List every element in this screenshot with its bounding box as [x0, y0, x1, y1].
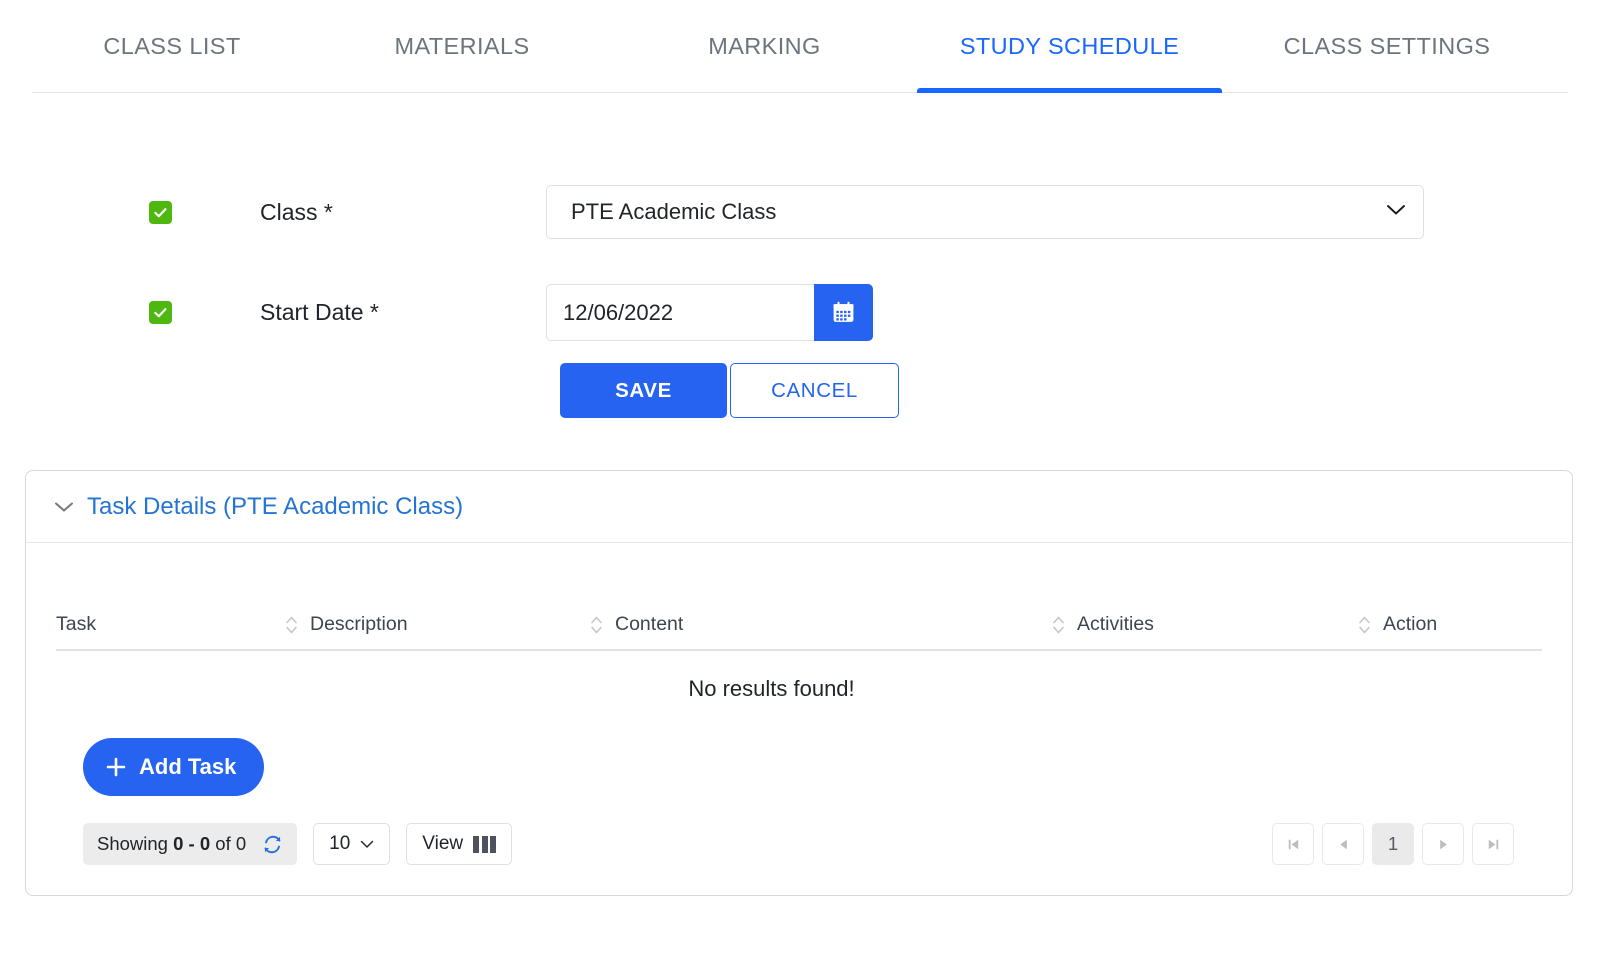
tab-materials[interactable]: MATERIALS: [312, 0, 612, 92]
calendar-icon: [833, 301, 854, 322]
checkmark-icon: [154, 308, 167, 318]
cancel-button[interactable]: CANCEL: [730, 363, 899, 418]
column-header-content[interactable]: Content: [590, 613, 1052, 636]
tab-class-list[interactable]: CLASS LIST: [32, 0, 312, 92]
next-page-icon: [1439, 839, 1447, 849]
sort-icon[interactable]: [1358, 614, 1371, 636]
column-header-activities[interactable]: Activities: [1052, 613, 1358, 636]
column-label: Action: [1383, 613, 1438, 635]
start-date-form-row: Start Date *: [0, 284, 1600, 341]
sort-icon[interactable]: [1052, 614, 1065, 636]
column-label: Task: [56, 613, 97, 635]
start-date-checkbox[interactable]: [149, 301, 172, 324]
empty-state-message: No results found!: [688, 676, 855, 701]
save-button[interactable]: SAVE: [560, 363, 727, 418]
class-select[interactable]: PTE Academic Class: [546, 185, 1424, 239]
showing-suffix: of 0: [215, 833, 247, 854]
class-select-value: PTE Academic Class: [571, 199, 777, 224]
last-page-icon: [1488, 839, 1498, 849]
class-form-row: Class * PTE Academic Class: [0, 185, 1600, 239]
tab-class-settings[interactable]: CLASS SETTINGS: [1222, 0, 1552, 92]
schedule-form: Class * PTE Academic Class Start Date *: [0, 185, 1600, 433]
start-date-field-group: [546, 284, 873, 341]
add-task-button[interactable]: Add Task: [83, 738, 265, 796]
tab-label: MATERIALS: [394, 32, 530, 59]
view-columns-button[interactable]: View: [406, 823, 513, 865]
task-details-header[interactable]: Task Details (PTE Academic Class): [26, 471, 1572, 543]
column-label: Description: [310, 613, 408, 635]
plus-icon: [106, 757, 126, 777]
add-task-label: Add Task: [139, 754, 237, 779]
page-size-selector[interactable]: 10: [313, 823, 391, 865]
task-details-body: Task Description Content Activities Acti…: [26, 543, 1572, 895]
chevron-down-icon: [360, 833, 374, 855]
view-label: View: [422, 833, 464, 854]
pagination-next-button[interactable]: [1422, 823, 1464, 865]
pagination: 1: [1272, 823, 1542, 865]
pagination-page-1[interactable]: 1: [1372, 823, 1414, 865]
start-date-input[interactable]: [546, 284, 814, 341]
prev-page-icon: [1339, 839, 1347, 849]
tab-label: STUDY SCHEDULE: [959, 32, 1180, 59]
task-details-card: Task Details (PTE Academic Class) Task D…: [25, 470, 1573, 896]
tab-study-schedule[interactable]: STUDY SCHEDULE: [917, 0, 1222, 93]
column-label: Activities: [1077, 613, 1154, 635]
sort-icon[interactable]: [590, 614, 603, 636]
task-details-title: Task Details (PTE Academic Class): [87, 492, 464, 520]
column-label: Content: [615, 613, 684, 635]
checkmark-icon: [154, 207, 167, 217]
calendar-picker-button[interactable]: [814, 284, 873, 341]
class-label: Class *: [260, 198, 333, 225]
tab-label: CLASS SETTINGS: [1283, 32, 1491, 59]
class-select-wrapper: PTE Academic Class: [546, 185, 1424, 239]
pagination-first-button[interactable]: [1272, 823, 1314, 865]
table-footer: Showing 0 - 0 of 0 10 View 1: [56, 796, 1542, 895]
form-actions-row: SAVE CANCEL: [0, 363, 1600, 418]
table-footer-left: Showing 0 - 0 of 0 10 View: [83, 823, 513, 865]
showing-status: Showing 0 - 0 of 0: [83, 823, 298, 865]
refresh-icon[interactable]: [262, 834, 283, 855]
chevron-down-icon: [54, 501, 74, 513]
start-date-label: Start Date *: [260, 299, 379, 325]
task-table-header: Task Description Content Activities Acti…: [56, 543, 1542, 651]
page-size-value: 10: [329, 833, 351, 854]
sort-icon[interactable]: [285, 614, 298, 636]
first-page-icon: [1288, 839, 1298, 849]
tab-active-underline: [917, 88, 1222, 93]
column-header-task[interactable]: Task: [56, 613, 285, 636]
column-header-action[interactable]: Action: [1358, 613, 1558, 636]
pagination-last-button[interactable]: [1472, 823, 1514, 865]
columns-icon: [473, 835, 497, 853]
tab-label: CLASS LIST: [103, 32, 241, 59]
tab-marking[interactable]: MARKING: [612, 0, 917, 92]
showing-prefix: Showing: [97, 833, 168, 854]
tab-bar: CLASS LIST MATERIALS MARKING STUDY SCHED…: [32, 0, 1568, 93]
showing-range: 0 - 0: [173, 833, 211, 854]
showing-text: Showing 0 - 0 of 0: [97, 833, 246, 855]
column-header-description[interactable]: Description: [285, 613, 590, 636]
tab-label: MARKING: [708, 32, 821, 59]
pagination-prev-button[interactable]: [1322, 823, 1364, 865]
class-checkbox[interactable]: [149, 200, 172, 224]
